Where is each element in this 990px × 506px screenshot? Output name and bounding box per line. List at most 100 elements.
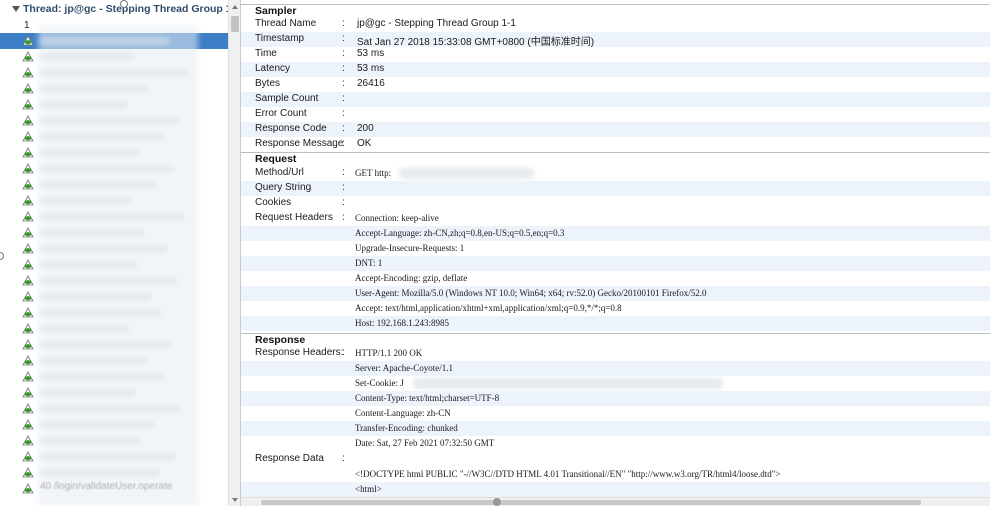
hscroll-thumb[interactable] bbox=[261, 500, 921, 505]
response-section-header: Response bbox=[241, 333, 990, 347]
response-header-row: Date: Sat, 27 Feb 2021 07:32:50 GMT bbox=[241, 436, 990, 451]
response-data-line: <!DOCTYPE html PUBLIC "-//W3C//DTD HTML … bbox=[241, 467, 990, 482]
tree-index-label: 1 bbox=[24, 20, 30, 31]
request-header-row: Accept-Language: zh-CN,zh;q=0.8,en-US;q=… bbox=[241, 226, 990, 241]
request-header-row: Request Headers: Connection: keep-alive bbox=[255, 212, 439, 223]
hscroll-knob[interactable] bbox=[493, 498, 501, 506]
response-header-row: Response Headers:: HTTP/1.1 200 OK bbox=[255, 347, 423, 358]
success-sample-icon bbox=[22, 195, 34, 206]
method-url-row: Method/Url : GET http: bbox=[241, 166, 990, 181]
split-handle-top-left[interactable] bbox=[120, 0, 128, 8]
sampler-row: Response Code:200 bbox=[241, 122, 990, 137]
field-value: Connection: keep-alive bbox=[355, 213, 439, 223]
request-header-row: Upgrade-Insecure-Requests: 1 bbox=[241, 241, 990, 256]
success-sample-icon bbox=[22, 403, 34, 414]
sampler-row: Error Count: bbox=[255, 108, 345, 119]
success-sample-icon bbox=[22, 371, 34, 382]
success-sample-icon bbox=[22, 179, 34, 190]
success-sample-icon bbox=[22, 387, 34, 398]
field-label: Thread Name bbox=[255, 18, 317, 29]
field-value: HTTP/1.1 200 OK bbox=[355, 348, 423, 358]
response-data-line: <html> bbox=[241, 482, 990, 497]
scroll-down-icon[interactable] bbox=[232, 498, 238, 502]
field-label: Bytes bbox=[255, 78, 281, 89]
triangle-down-icon[interactable] bbox=[12, 6, 20, 12]
field-value: Accept: text/html,application/xhtml+xml,… bbox=[355, 303, 622, 313]
field-label: Response Code bbox=[255, 123, 327, 134]
request-header-row: DNT: 1 bbox=[241, 256, 990, 271]
success-sample-icon bbox=[22, 163, 34, 174]
success-sample-icon bbox=[22, 291, 34, 302]
request-heading: Request bbox=[255, 153, 297, 165]
field-value: jp@gc - Stepping Thread Group 1-1 bbox=[357, 18, 516, 29]
sampler-row: Latency:53 ms bbox=[241, 62, 990, 77]
field-value: 53 ms bbox=[357, 48, 385, 59]
field-value: Date: Sat, 27 Feb 2021 07:32:50 GMT bbox=[355, 438, 495, 448]
field-value: 53 ms bbox=[357, 63, 385, 74]
field-value: Transfer-Encoding: chunked bbox=[355, 423, 458, 433]
success-sample-icon bbox=[22, 99, 34, 110]
sampler-heading: Sampler bbox=[255, 5, 297, 17]
field-value: Accept-Language: zh-CN,zh;q=0.8,en-US;q=… bbox=[355, 228, 565, 238]
sampler-row: Bytes:26416 bbox=[255, 78, 385, 89]
request-header-row: Accept-Encoding: gzip, deflate bbox=[241, 271, 990, 286]
success-sample-icon bbox=[22, 147, 34, 158]
field-value: 200 bbox=[357, 123, 374, 134]
result-tree-pane: Thread: jp@gc - Stepping Thread Group 1-… bbox=[0, 0, 241, 506]
scroll-up-icon[interactable] bbox=[232, 5, 238, 9]
sampler-result-pane: Sampler Thread Name: jp@gc - Stepping Thr… bbox=[241, 0, 990, 506]
sampler-row: Thread Name: jp@gc - Stepping Thread Grou… bbox=[255, 18, 516, 29]
success-sample-icon bbox=[22, 323, 34, 334]
scroll-thumb[interactable] bbox=[231, 16, 239, 32]
success-sample-icon bbox=[22, 83, 34, 94]
request-section-header: Request bbox=[241, 152, 990, 166]
field-label: Timestamp bbox=[255, 33, 305, 44]
query-string-label: Query String bbox=[255, 182, 312, 193]
success-sample-icon bbox=[22, 307, 34, 318]
success-sample-icon bbox=[22, 227, 34, 238]
success-sample-icon bbox=[22, 67, 34, 78]
field-label: Latency bbox=[255, 63, 291, 74]
success-sample-icon bbox=[22, 467, 34, 478]
detail-horizontal-scrollbar[interactable] bbox=[241, 497, 990, 506]
field-label: Request Headers bbox=[255, 212, 333, 223]
success-sample-icon bbox=[22, 259, 34, 270]
field-value: Host: 192.168.1.243:8985 bbox=[355, 318, 450, 328]
field-value: OK bbox=[357, 138, 372, 149]
success-sample-icon bbox=[22, 339, 34, 350]
field-label: Response Data bbox=[255, 453, 324, 464]
success-sample-icon bbox=[22, 115, 34, 126]
request-header-row: User-Agent: Mozilla/5.0 (Windows NT 10.0… bbox=[241, 286, 990, 301]
sampler-row: Sample Count: bbox=[241, 92, 990, 107]
method-url-label: Method/Url bbox=[255, 167, 304, 178]
field-value: 26416 bbox=[357, 78, 385, 89]
field-label: Response Message bbox=[255, 138, 344, 149]
success-sample-icon bbox=[22, 51, 34, 62]
success-sample-icon bbox=[22, 451, 34, 462]
field-value: Server: Apache-Coyote/1.1 bbox=[355, 363, 453, 373]
success-sample-icon bbox=[22, 131, 34, 142]
field-value: Content-Type: text/html;charset=UTF-8 bbox=[355, 393, 500, 403]
success-sample-icon bbox=[22, 435, 34, 446]
response-header-row: Content-Language: zh-CN bbox=[241, 406, 990, 421]
field-label: Error Count bbox=[255, 108, 307, 119]
field-value: Upgrade-Insecure-Requests: 1 bbox=[355, 243, 465, 253]
field-label: Sample Count bbox=[255, 93, 319, 104]
field-value: User-Agent: Mozilla/5.0 (Windows NT 10.0… bbox=[355, 288, 707, 298]
redacted-url bbox=[399, 168, 534, 179]
tree-vertical-scrollbar[interactable] bbox=[228, 0, 240, 506]
field-value: DNT: 1 bbox=[355, 258, 383, 268]
success-sample-icon bbox=[22, 211, 34, 222]
response-data-row: Response Data: bbox=[255, 453, 345, 464]
tree-thread-node[interactable]: Thread: jp@gc - Stepping Thread Group 1- bbox=[0, 3, 228, 19]
response-header-row: Server: Apache-Coyote/1.1 bbox=[241, 361, 990, 376]
sampler-row: Time:53 ms bbox=[255, 48, 385, 59]
method-url-value: GET http: bbox=[355, 168, 392, 178]
cookies-label: Cookies bbox=[255, 197, 292, 208]
field-label: Response Headers: bbox=[255, 347, 344, 358]
redacted-sample-names bbox=[38, 26, 198, 506]
field-value: Accept-Encoding: gzip, deflate bbox=[355, 273, 468, 283]
field-value: <!DOCTYPE html PUBLIC "-//W3C//DTD HTML … bbox=[355, 469, 781, 479]
request-header-row: Accept: text/html,application/xhtml+xml,… bbox=[241, 301, 990, 316]
field-value: Sat Jan 27 2018 15:33:08 GMT+0800 (中国标准时… bbox=[357, 37, 595, 48]
